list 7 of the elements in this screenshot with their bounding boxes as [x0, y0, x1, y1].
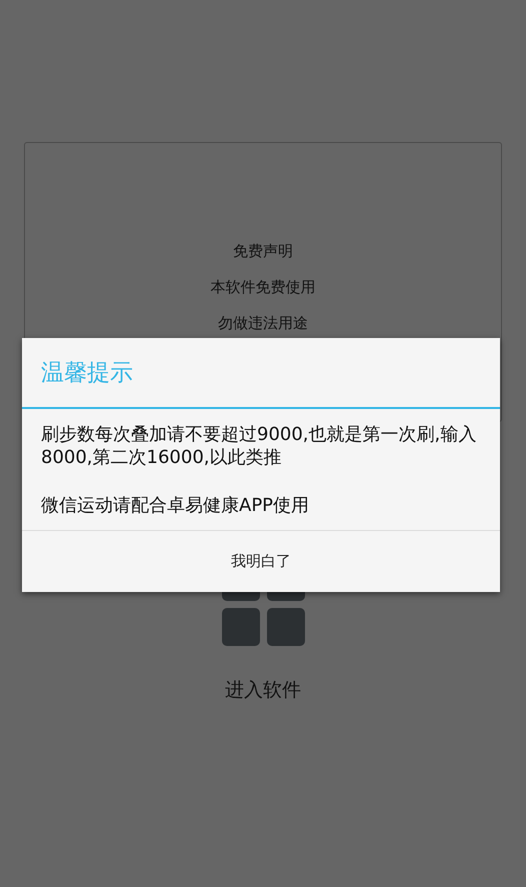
- dialog-title: 温馨提示: [41, 358, 133, 386]
- confirm-button[interactable]: 我明白了: [22, 531, 500, 592]
- dialog-message: 刷步数每次叠加请不要超过9000,也就是第一次刷,输入8000,第二次16000,以此类推: [41, 423, 478, 469]
- dialog-message: 微信运动请配合卓易健康APP使用: [41, 494, 310, 517]
- disclaimer-text: 本软件免费使用: [210, 277, 316, 297]
- disclaimer-text: 勿做违法用途: [218, 313, 308, 333]
- disclaimer-text: 免费声明: [233, 241, 293, 261]
